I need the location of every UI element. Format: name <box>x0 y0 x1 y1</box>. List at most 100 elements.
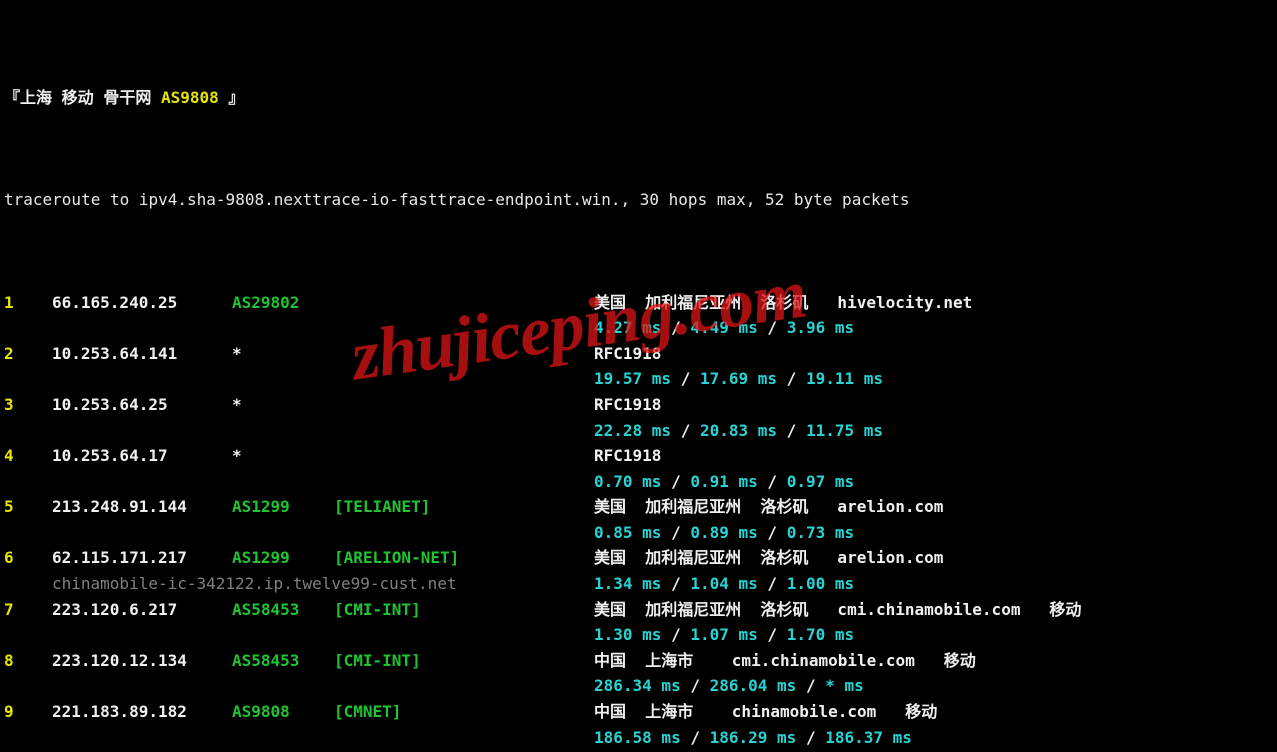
hop-ip: 62.115.171.217 <box>52 545 232 571</box>
hdr-carrier: 移动 <box>62 88 94 107</box>
latency-sep: / <box>777 369 806 388</box>
latency-value: 0.89 ms <box>690 523 757 542</box>
latency-value: 1.70 ms <box>787 625 854 644</box>
hop-network-tag: [CMNET] <box>334 699 594 725</box>
hop-location: RFC1918 <box>594 341 661 367</box>
latency-value: 0.70 ms <box>594 472 661 491</box>
latency-value: 0.91 ms <box>690 472 757 491</box>
latency-value: 4.27 ms <box>594 318 661 337</box>
hop-number: 8 <box>4 648 52 674</box>
latency-sep: / <box>671 369 700 388</box>
hop-ip: 213.248.91.144 <box>52 494 232 520</box>
latency-value: 1.00 ms <box>787 574 854 593</box>
hop-row: 410.253.64.17* RFC1918 <box>4 443 1267 469</box>
hop-latency-row: 22.28 ms / 20.83 ms / 11.75 ms <box>4 418 1267 444</box>
hdr-asn: AS9808 <box>161 88 219 107</box>
latency-sep: / <box>758 625 787 644</box>
hop-network-tag: [TELIANET] <box>334 494 594 520</box>
hop-ip: 10.253.64.17 <box>52 443 232 469</box>
hop-asn: * <box>232 443 334 469</box>
bracket-open: 『 <box>4 88 20 107</box>
hop-latency-row: 186.58 ms / 186.29 ms / 186.37 ms <box>4 725 1267 751</box>
hop-asn: AS29802 <box>232 290 334 316</box>
latency-sep: / <box>661 318 690 337</box>
hop-ip: 223.120.6.217 <box>52 597 232 623</box>
hop-location: 美国 加利福尼亚州 洛杉矶 cmi.chinamobile.com 移动 <box>594 597 1081 623</box>
latency-value: 11.75 ms <box>806 421 883 440</box>
hop-number: 9 <box>4 699 52 725</box>
hop-location: 美国 加利福尼亚州 洛杉矶 hivelocity.net <box>594 290 972 316</box>
latency-value: 286.34 ms <box>594 676 681 695</box>
hop-location: 中国 上海市 cmi.chinamobile.com 移动 <box>594 648 976 674</box>
latency-value: 0.73 ms <box>787 523 854 542</box>
terminal-output: 『上海 移动 骨干网 AS9808 』 traceroute to ipv4.s… <box>0 0 1277 752</box>
latency-sep: / <box>796 728 825 747</box>
latency-sep: / <box>681 676 710 695</box>
hop-row: 9221.183.89.182AS9808[CMNET]中国 上海市 china… <box>4 699 1267 725</box>
hop-location: 美国 加利福尼亚州 洛杉矶 arelion.com <box>594 545 943 571</box>
latency-value: 186.58 ms <box>594 728 681 747</box>
hop-number: 2 <box>4 341 52 367</box>
hop-latency-row: 1.30 ms / 1.07 ms / 1.70 ms <box>4 622 1267 648</box>
hop-latency-row: 0.70 ms / 0.91 ms / 0.97 ms <box>4 469 1267 495</box>
hop-row: 166.165.240.25AS29802美国 加利福尼亚州 洛杉矶 hivel… <box>4 290 1267 316</box>
hop-row: 210.253.64.141* RFC1918 <box>4 341 1267 367</box>
latency-value: 1.04 ms <box>690 574 757 593</box>
latency-value: 0.97 ms <box>787 472 854 491</box>
hop-number: 7 <box>4 597 52 623</box>
latency-value: 3.96 ms <box>787 318 854 337</box>
hop-location: 中国 上海市 chinamobile.com 移动 <box>594 699 937 725</box>
hop-ptr: chinamobile-ic-342122.ip.twelve99-cust.n… <box>52 574 457 593</box>
latency-sep: / <box>661 574 690 593</box>
latency-sep: / <box>758 523 787 542</box>
hop-latency-row: 19.57 ms / 17.69 ms / 19.11 ms <box>4 366 1267 392</box>
hop-asn: AS58453 <box>232 648 334 674</box>
hop-asn: AS1299 <box>232 545 334 571</box>
latency-value: 0.85 ms <box>594 523 661 542</box>
latency-value: 186.29 ms <box>710 728 797 747</box>
latency-sep: / <box>681 728 710 747</box>
hop-asn: AS1299 <box>232 494 334 520</box>
latency-value: 19.11 ms <box>806 369 883 388</box>
hop-ip: 221.183.89.182 <box>52 699 232 725</box>
hop-network-tag: [CMI-INT] <box>334 597 594 623</box>
latency-value: 19.57 ms <box>594 369 671 388</box>
hop-list: 166.165.240.25AS29802美国 加利福尼亚州 洛杉矶 hivel… <box>4 290 1267 752</box>
hop-asn: AS58453 <box>232 597 334 623</box>
latency-value: 1.07 ms <box>690 625 757 644</box>
latency-value: * ms <box>825 676 864 695</box>
hop-ip: 66.165.240.25 <box>52 290 232 316</box>
hop-latency-row: 286.34 ms / 286.04 ms / * ms <box>4 673 1267 699</box>
latency-value: 186.37 ms <box>825 728 912 747</box>
hop-asn: * <box>232 341 334 367</box>
latency-value: 1.34 ms <box>594 574 661 593</box>
hop-number: 3 <box>4 392 52 418</box>
hdr-location: 上海 <box>20 88 52 107</box>
latency-sep: / <box>661 472 690 491</box>
hop-number: 5 <box>4 494 52 520</box>
hop-row: 8223.120.12.134AS58453[CMI-INT]中国 上海市 cm… <box>4 648 1267 674</box>
hop-latency-row: 4.27 ms / 4.49 ms / 3.96 ms <box>4 315 1267 341</box>
hop-network-tag: [ARELION-NET] <box>334 545 594 571</box>
hop-location: RFC1918 <box>594 392 661 418</box>
hop-latency: 1.34 ms / 1.04 ms / 1.00 ms <box>594 574 854 593</box>
latency-sep: / <box>661 523 690 542</box>
latency-sep: / <box>777 421 806 440</box>
hop-number: 4 <box>4 443 52 469</box>
hop-asn: * <box>232 392 334 418</box>
hop-ip: 10.253.64.141 <box>52 341 232 367</box>
hop-network-tag: [CMI-INT] <box>334 648 594 674</box>
latency-sep: / <box>661 625 690 644</box>
latency-value: 4.49 ms <box>690 318 757 337</box>
hop-number: 6 <box>4 545 52 571</box>
latency-value: 22.28 ms <box>594 421 671 440</box>
latency-sep: / <box>671 421 700 440</box>
latency-value: 17.69 ms <box>700 369 777 388</box>
latency-value: 286.04 ms <box>710 676 797 695</box>
latency-sep: / <box>796 676 825 695</box>
hop-location: RFC1918 <box>594 443 661 469</box>
latency-sep: / <box>758 318 787 337</box>
hop-ip: 223.120.12.134 <box>52 648 232 674</box>
trace-command-line: traceroute to ipv4.sha-9808.nexttrace-io… <box>4 187 1267 213</box>
latency-sep: / <box>758 574 787 593</box>
